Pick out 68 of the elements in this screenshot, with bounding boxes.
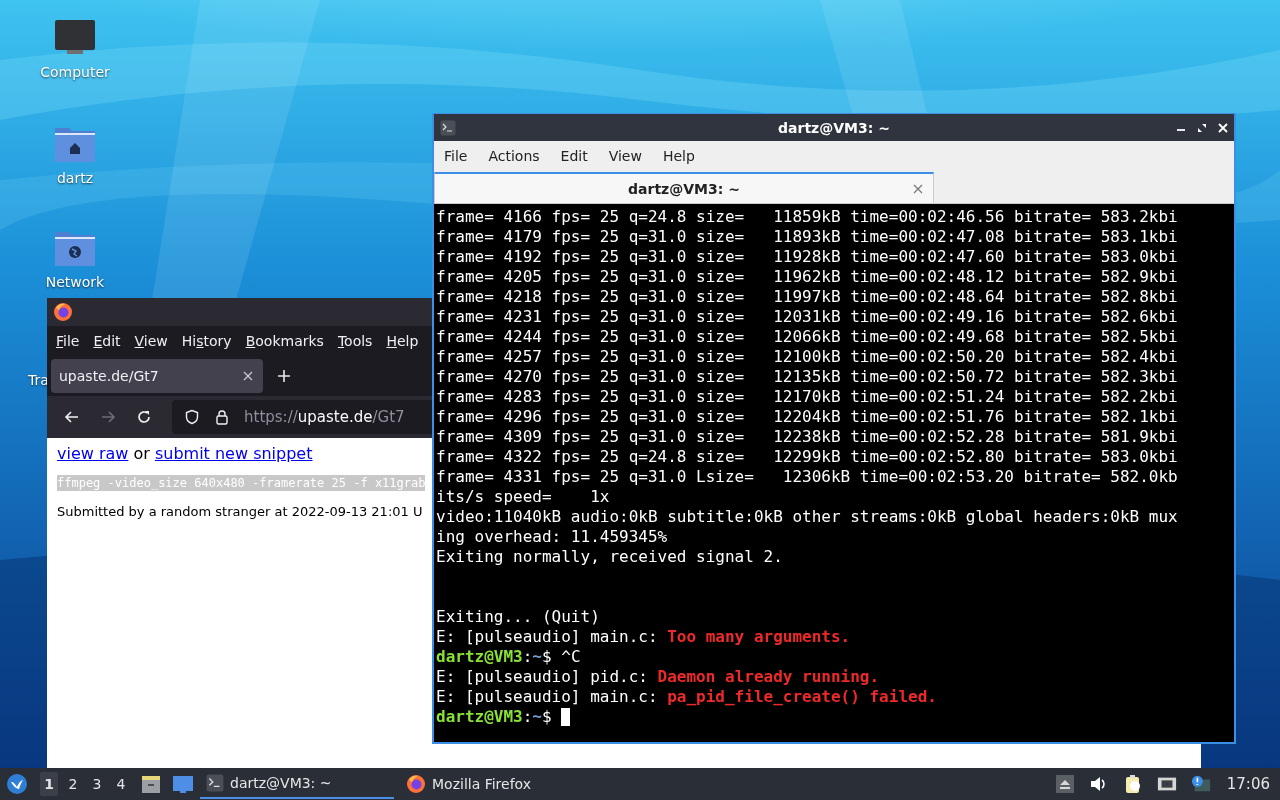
terminal-line: frame= 4296 fps= 25 q=31.0 size= 12204kB time=00:02:51.76 bitrate= 582.1kbi xyxy=(436,407,1178,427)
terminal-line: frame= 4218 fps= 25 q=31.0 size= 11997kB time=00:02:48.64 bitrate= 582.8kbi xyxy=(436,287,1178,307)
shield-icon[interactable] xyxy=(184,409,200,425)
back-icon[interactable] xyxy=(64,409,80,425)
menu-item[interactable]: Edit xyxy=(93,333,121,349)
menu-item[interactable]: File xyxy=(56,333,80,349)
reload-icon[interactable] xyxy=(136,409,152,425)
terminal-line: frame= 4244 fps= 25 q=31.0 size= 12066kB time=00:02:49.68 bitrate= 582.5kbi xyxy=(436,327,1178,347)
terminal-line: E: [pulseaudio] main.c: Too many arguments. xyxy=(436,627,851,647)
terminal-line: ing overhead: 11.459345% xyxy=(436,527,668,547)
menu-item[interactable]: Help xyxy=(662,148,695,164)
terminal-line: frame= 4192 fps= 25 q=31.0 size= 11928kB time=00:02:47.60 bitrate= 583.0kbi xyxy=(436,247,1178,267)
terminal-line: video:11040kB audio:0kB subtitle:0kB other streams:0kB global headers:0kB mux xyxy=(436,507,1178,527)
start-menu-icon[interactable] xyxy=(6,773,28,795)
taskbar-task[interactable]: dartz@VM3: ~ xyxy=(200,769,394,799)
menu-item[interactable]: History xyxy=(181,333,232,349)
terminal-line: its/s speed= 1x xyxy=(436,487,610,507)
fox-globe-icon xyxy=(406,774,426,794)
terminal-line: frame= 4322 fps= 25 q=24.8 size= 12299kB time=00:02:52.80 bitrate= 583.0kbi xyxy=(436,447,1178,467)
menu-item[interactable]: Tools xyxy=(337,333,373,349)
menu-item[interactable]: Actions xyxy=(488,148,540,164)
taskbar-task[interactable]: Mozilla Firefox xyxy=(400,769,538,799)
terminal-line: dartz@VM3:~$ xyxy=(436,707,553,727)
lock-icon[interactable] xyxy=(214,409,230,425)
terminal-line: dartz@VM3:~$ ^C xyxy=(436,647,581,667)
terminal-line: Exiting normally, received signal 2. xyxy=(436,547,783,567)
eject-icon[interactable] xyxy=(1054,774,1075,794)
menu-item[interactable]: Bookmarks xyxy=(245,333,324,349)
terminal-line: frame= 4309 fps= 25 q=31.0 size= 12238kB time=00:02:52.28 bitrate= 581.9kbi xyxy=(436,427,1178,447)
forward-icon[interactable] xyxy=(100,409,116,425)
fox-globe-icon xyxy=(53,302,73,322)
terminal-line: frame= 4257 fps= 25 q=31.0 size= 12100kB time=00:02:50.20 bitrate= 582.4kbi xyxy=(436,347,1178,367)
show-desktop-icon[interactable] xyxy=(172,773,194,795)
terminal-tab[interactable]: dartz@VM3: ~ xyxy=(434,172,934,203)
file-cabinet-icon[interactable] xyxy=(140,773,162,795)
terminal-line: Exiting... (Quit) xyxy=(436,607,600,627)
menu-item[interactable]: Help xyxy=(386,333,419,349)
menu-item[interactable]: Edit xyxy=(560,148,588,164)
terminal-line: frame= 4205 fps= 25 q=31.0 size= 11962kB time=00:02:48.12 bitrate= 582.9kbi xyxy=(436,267,1178,287)
terminal-line: frame= 4231 fps= 25 q=31.0 size= 12031kB time=00:02:49.16 bitrate= 582.6kbi xyxy=(436,307,1178,327)
workspace-button[interactable]: 4 xyxy=(112,772,130,796)
terminal-line: frame= 4179 fps= 25 q=31.0 size= 11893kB time=00:02:47.08 bitrate= 583.1kbi xyxy=(436,227,1178,247)
menu-item[interactable]: File xyxy=(444,148,468,164)
browser-tab[interactable]: upaste.de/Gt7 xyxy=(51,359,263,393)
clock[interactable]: 17:06 xyxy=(1226,775,1270,793)
url-field[interactable]: https://upaste.de/Gt7 xyxy=(244,408,405,426)
terminal-line: frame= 4283 fps= 25 q=31.0 size= 12170kB time=00:02:51.24 bitrate= 582.2kbi xyxy=(436,387,1178,407)
workspace-button[interactable]: 3 xyxy=(88,772,106,796)
desktop-icon-label[interactable]: Network xyxy=(45,274,105,290)
terminal-line: E: [pulseaudio] main.c: pa_pid_file_create() failed. xyxy=(436,687,937,707)
terminal-line: frame= 4331 fps= 25 q=31.0 Lsize= 12306kB time=00:02:53.20 bitrate= 582.0kb xyxy=(436,467,1178,487)
menu-item[interactable]: View xyxy=(608,148,642,164)
window-title: dartz@VM3: ~ xyxy=(778,119,890,136)
terminal-line: E: [pulseaudio] pid.c: Daemon already running. xyxy=(436,667,880,687)
terminal-icon xyxy=(440,119,456,136)
terminal-line: frame= 4166 fps= 25 q=24.8 size= 11859kB time=00:02:46.56 bitrate= 583.2kbi xyxy=(436,207,1178,227)
close-icon[interactable] xyxy=(243,371,253,381)
maximize-icon[interactable] xyxy=(1197,122,1207,133)
terminal-line: frame= 4270 fps= 25 q=31.0 size= 12135kB time=00:02:50.72 bitrate= 582.3kbi xyxy=(436,367,1178,387)
workspace-button[interactable]: 2 xyxy=(64,772,82,796)
terminal-icon xyxy=(206,774,224,792)
new-tab-icon[interactable] xyxy=(277,369,291,383)
submission-info: Submitted by a random stranger at 2022-09-13 21:01 U xyxy=(57,504,423,519)
notification-icon[interactable] xyxy=(1190,774,1211,794)
view-raw-link[interactable]: view raw xyxy=(57,444,129,463)
workspace-button[interactable]: 1 xyxy=(40,772,58,796)
submit-snippet-link[interactable]: submit new snippet xyxy=(154,444,313,463)
menu-item[interactable]: View xyxy=(134,333,168,349)
